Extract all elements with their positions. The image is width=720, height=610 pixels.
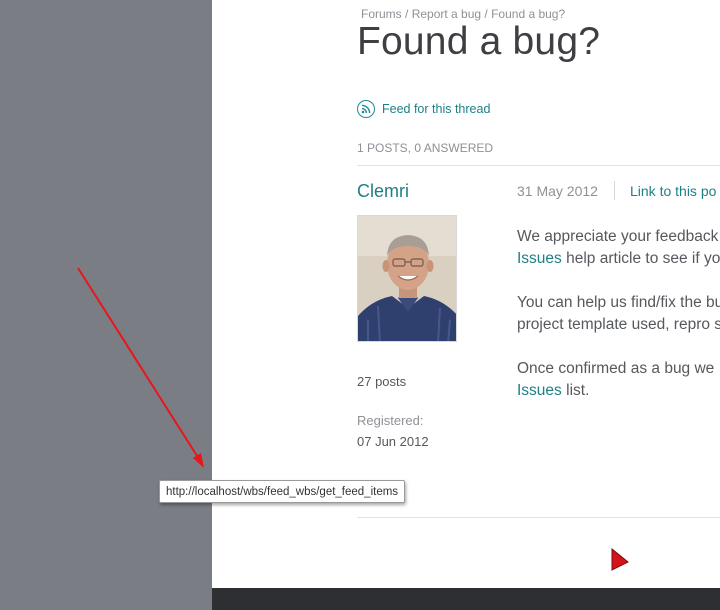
mouse-cursor-icon — [611, 548, 629, 571]
thread-feed-link[interactable]: Feed for this thread — [357, 100, 490, 118]
post-body-line: Issues list. — [517, 382, 589, 400]
feed-link-label[interactable]: Feed for this thread — [382, 102, 490, 116]
page-footer — [212, 588, 720, 610]
avatar[interactable] — [357, 215, 457, 342]
rss-icon — [357, 100, 375, 118]
breadcrumb-separator: / — [481, 7, 492, 21]
post-date: 31 May 2012 — [517, 183, 598, 199]
post-body-line: You can help us find/fix the bu — [517, 294, 720, 311]
meta-separator — [614, 181, 615, 200]
author-name-link[interactable]: Clemri — [357, 181, 409, 202]
issues-help-link[interactable]: Issues — [517, 250, 562, 267]
registered-date: 07 Jun 2012 — [357, 434, 429, 449]
breadcrumb-forums[interactable]: Forums — [361, 7, 402, 21]
divider — [357, 165, 720, 166]
post-count: 1 POSTS, 0 ANSWERED — [357, 141, 494, 155]
avatar-photo — [358, 216, 456, 341]
breadcrumb-report-a-bug[interactable]: Report a bug — [412, 7, 481, 21]
breadcrumb: Forums / Report a bug / Found a bug? — [361, 7, 565, 21]
registered-label: Registered: — [357, 413, 424, 428]
post-body-text: list. — [561, 382, 590, 399]
post-permalink[interactable]: Link to this po — [630, 183, 716, 199]
author-post-count: 27 posts — [357, 374, 407, 389]
left-gutter — [0, 0, 212, 610]
page-title: Found a bug? — [357, 20, 601, 63]
issues-list-link[interactable]: Issues — [517, 382, 562, 399]
divider — [357, 517, 720, 518]
link-url-tooltip: http://localhost/wbs/feed_wbs/get_feed_i… — [159, 480, 406, 503]
breadcrumb-separator: / — [401, 7, 412, 21]
post-body-text: help article to see if yo — [561, 250, 720, 267]
breadcrumb-current: Found a bug? — [491, 7, 566, 21]
post-body-line: We appreciate your feedback — [517, 228, 719, 245]
post-body-line: Once confirmed as a bug we — [517, 360, 715, 377]
post-body-line: project template used, repro s — [517, 316, 720, 333]
post-body-line: Issues help article to see if yo — [517, 250, 720, 268]
screenshot-stage: Forums / Report a bug / Found a bug? Fou… — [0, 0, 720, 610]
